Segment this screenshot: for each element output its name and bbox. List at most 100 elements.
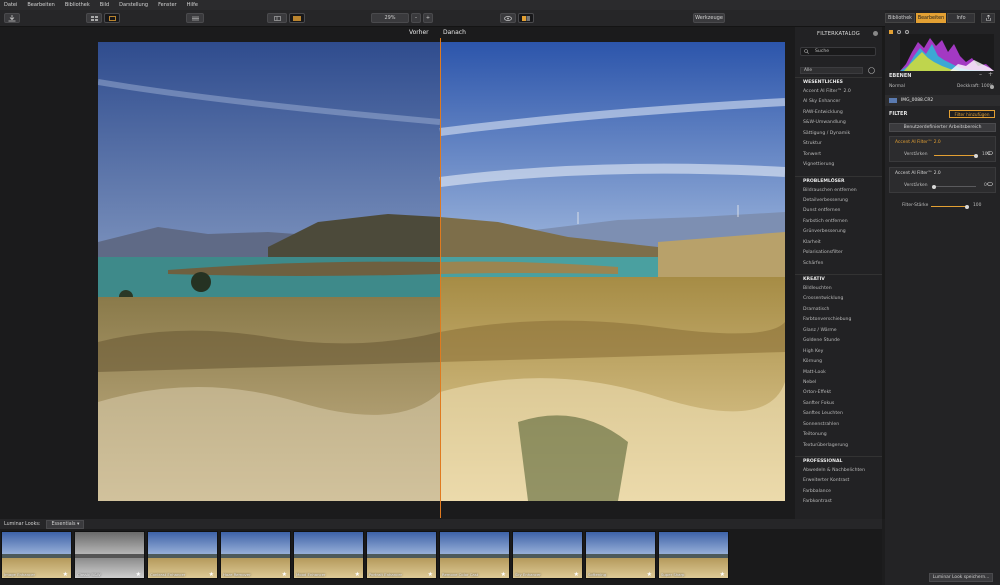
remove-layer-button[interactable]: – bbox=[979, 71, 982, 78]
preview-button[interactable] bbox=[500, 13, 516, 23]
catalog-filter-item[interactable]: Tonwert bbox=[795, 150, 882, 160]
info-icon[interactable] bbox=[868, 67, 875, 74]
catalog-filter-item[interactable]: Dramatisch bbox=[795, 305, 882, 315]
menu-view[interactable]: Darstellung bbox=[119, 2, 148, 8]
look-thumbnail[interactable]: Image Enhancer ★ bbox=[1, 531, 72, 579]
look-thumbnail[interactable]: Sky Enhancer ★ bbox=[512, 531, 583, 579]
compare-button[interactable] bbox=[518, 13, 534, 23]
catalog-filter-item[interactable]: Vignettierung bbox=[795, 160, 882, 170]
catalog-filter-item[interactable]: Detailverbesserung bbox=[795, 196, 882, 206]
look-thumbnail[interactable]: Super Sharp ★ bbox=[658, 531, 729, 579]
catalog-filter-item[interactable]: S&W-Umwandlung bbox=[795, 118, 882, 128]
zoom-in-button[interactable]: + bbox=[423, 13, 433, 23]
catalog-filter-item[interactable]: Sanftes Leuchten bbox=[795, 409, 882, 419]
menu-window[interactable]: Fenster bbox=[158, 2, 177, 8]
look-thumbnail[interactable]: Haze Remover ★ bbox=[220, 531, 291, 579]
favorite-star-icon[interactable]: ★ bbox=[282, 571, 287, 578]
catalog-filter-item[interactable]: Teiltonung bbox=[795, 430, 882, 440]
look-thumbnail[interactable]: Classic B&W ★ bbox=[74, 531, 145, 579]
catalog-filter-item[interactable]: Klarheit bbox=[795, 238, 882, 248]
export-button[interactable] bbox=[4, 13, 20, 23]
tab-library[interactable]: Bibliothek bbox=[885, 13, 915, 23]
visibility-eye-icon[interactable] bbox=[986, 171, 994, 190]
tab-edit[interactable]: Bearbeiten bbox=[916, 13, 946, 23]
zoom-select[interactable]: 29% bbox=[371, 13, 409, 23]
amount-slider[interactable] bbox=[934, 153, 978, 158]
favorite-star-icon[interactable]: ★ bbox=[209, 571, 214, 578]
grid-view-button[interactable] bbox=[86, 13, 102, 23]
catalog-filter-item[interactable]: Crossentwicklung bbox=[795, 294, 882, 304]
catalog-filter-item[interactable]: Schärfen bbox=[795, 259, 882, 269]
look-thumbnail[interactable]: Remove Color Cast ★ bbox=[439, 531, 510, 579]
catalog-filter-item[interactable]: Farbstich entfernen bbox=[795, 217, 882, 227]
catalog-category-select[interactable]: Alle bbox=[800, 67, 863, 74]
close-catalog-icon[interactable] bbox=[873, 31, 878, 36]
look-thumbnail[interactable]: Mood Enhancer ★ bbox=[293, 531, 364, 579]
compare-split-handle[interactable] bbox=[440, 38, 441, 518]
filter-name[interactable]: Accent AI Filter™ 2.0 bbox=[895, 140, 941, 145]
menu-library[interactable]: Bibliothek bbox=[65, 2, 90, 8]
catalog-filter-item[interactable]: Glanz / Wärme bbox=[795, 326, 882, 336]
catalog-filter-item[interactable]: Accent AI Filter™ 2.0 bbox=[795, 87, 882, 97]
favorite-star-icon[interactable]: ★ bbox=[720, 571, 725, 578]
panel-toggle-button[interactable] bbox=[267, 13, 287, 23]
favorite-star-icon[interactable]: ★ bbox=[574, 571, 579, 578]
layer-row[interactable]: IMG_0088.CR2 bbox=[885, 95, 1000, 106]
catalog-filter-item[interactable]: Goldene Stunde bbox=[795, 336, 882, 346]
favorite-star-icon[interactable]: ★ bbox=[136, 571, 141, 578]
catalog-filter-item[interactable]: Farbtonverschiebung bbox=[795, 315, 882, 325]
catalog-filter-item[interactable]: Körnung bbox=[795, 357, 882, 367]
catalog-filter-item[interactable]: Erweiterter Kontrast bbox=[795, 476, 882, 486]
catalog-filter-item[interactable]: High Key bbox=[795, 347, 882, 357]
amount-slider[interactable] bbox=[932, 184, 976, 189]
favorite-star-icon[interactable]: ★ bbox=[355, 571, 360, 578]
catalog-filter-item[interactable]: AI Sky Enhancer bbox=[795, 97, 882, 107]
layers-icon[interactable] bbox=[889, 30, 893, 34]
catalog-filter-item[interactable]: Dunst entfernen bbox=[795, 206, 882, 216]
menu-file[interactable]: Datei bbox=[4, 2, 17, 8]
catalog-filter-item[interactable]: Farbbalance bbox=[795, 487, 882, 497]
single-view-button[interactable] bbox=[104, 13, 120, 23]
catalog-filter-item[interactable]: Texturüberlagerung bbox=[795, 441, 882, 451]
catalog-filter-item[interactable]: RAW-Entwicklung bbox=[795, 108, 882, 118]
look-thumbnail[interactable]: Contrast Enhancer ★ bbox=[147, 531, 218, 579]
menu-image[interactable]: Bild bbox=[100, 2, 109, 8]
catalog-filter-item[interactable]: Orton-Effekt bbox=[795, 388, 882, 398]
look-thumbnail[interactable]: Softening ★ bbox=[585, 531, 656, 579]
catalog-filter-item[interactable]: Grünverbesserung bbox=[795, 227, 882, 237]
blend-mode-select[interactable]: Normal bbox=[889, 84, 905, 89]
add-filter-button[interactable]: Filter hinzufügen bbox=[949, 110, 995, 118]
menu-help[interactable]: Hilfe bbox=[187, 2, 198, 8]
catalog-filter-item[interactable]: Struktur bbox=[795, 139, 882, 149]
catalog-filter-item[interactable]: Sonnenstrahlen bbox=[795, 420, 882, 430]
share-button[interactable] bbox=[981, 13, 995, 23]
catalog-filter-item[interactable]: Bildleuchten bbox=[795, 284, 882, 294]
catalog-filter-item[interactable]: Abwedeln & Nachbelichten bbox=[795, 466, 882, 476]
filter-name[interactable]: Accent AI Filter™ 2.0 bbox=[895, 171, 941, 176]
filmstrip-button[interactable] bbox=[289, 13, 305, 23]
catalog-filter-item[interactable]: Sättigung / Dynamik bbox=[795, 129, 882, 139]
zoom-out-button[interactable]: – bbox=[411, 13, 421, 23]
favorite-star-icon[interactable]: ★ bbox=[647, 571, 652, 578]
catalog-filter-item[interactable]: Sanfter Fokus bbox=[795, 399, 882, 409]
slider-knob[interactable] bbox=[974, 153, 978, 158]
strength-knob[interactable] bbox=[965, 204, 969, 209]
favorite-star-icon[interactable]: ★ bbox=[501, 571, 506, 578]
catalog-filter-item[interactable]: Nebel bbox=[795, 378, 882, 388]
history-button[interactable] bbox=[186, 13, 204, 23]
opacity-select[interactable]: Deckkraft: 100% bbox=[957, 84, 994, 89]
looks-category-select[interactable]: Essentials ▾ bbox=[46, 519, 85, 529]
catalog-filter-item[interactable]: Farbkontrast bbox=[795, 497, 882, 507]
look-thumbnail[interactable]: Portrait Enhancer ★ bbox=[366, 531, 437, 579]
catalog-filter-item[interactable]: Bildrauschen entfernen bbox=[795, 186, 882, 196]
tab-info[interactable]: Info bbox=[947, 13, 975, 23]
catalog-search-input[interactable]: Suche bbox=[800, 47, 876, 56]
favorite-star-icon[interactable]: ★ bbox=[63, 571, 68, 578]
favorite-star-icon[interactable]: ★ bbox=[428, 571, 433, 578]
catalog-filter-item[interactable]: Matt-Look bbox=[795, 368, 882, 378]
strength-slider[interactable] bbox=[931, 204, 969, 209]
menu-edit[interactable]: Bearbeiten bbox=[27, 2, 54, 8]
workspace-select[interactable]: Benutzerdefinierter Arbeitsbereich bbox=[889, 123, 996, 132]
tools-menu[interactable]: Werkzeuge bbox=[693, 13, 725, 23]
save-look-button[interactable]: Luminar Look speichern... bbox=[929, 573, 993, 582]
